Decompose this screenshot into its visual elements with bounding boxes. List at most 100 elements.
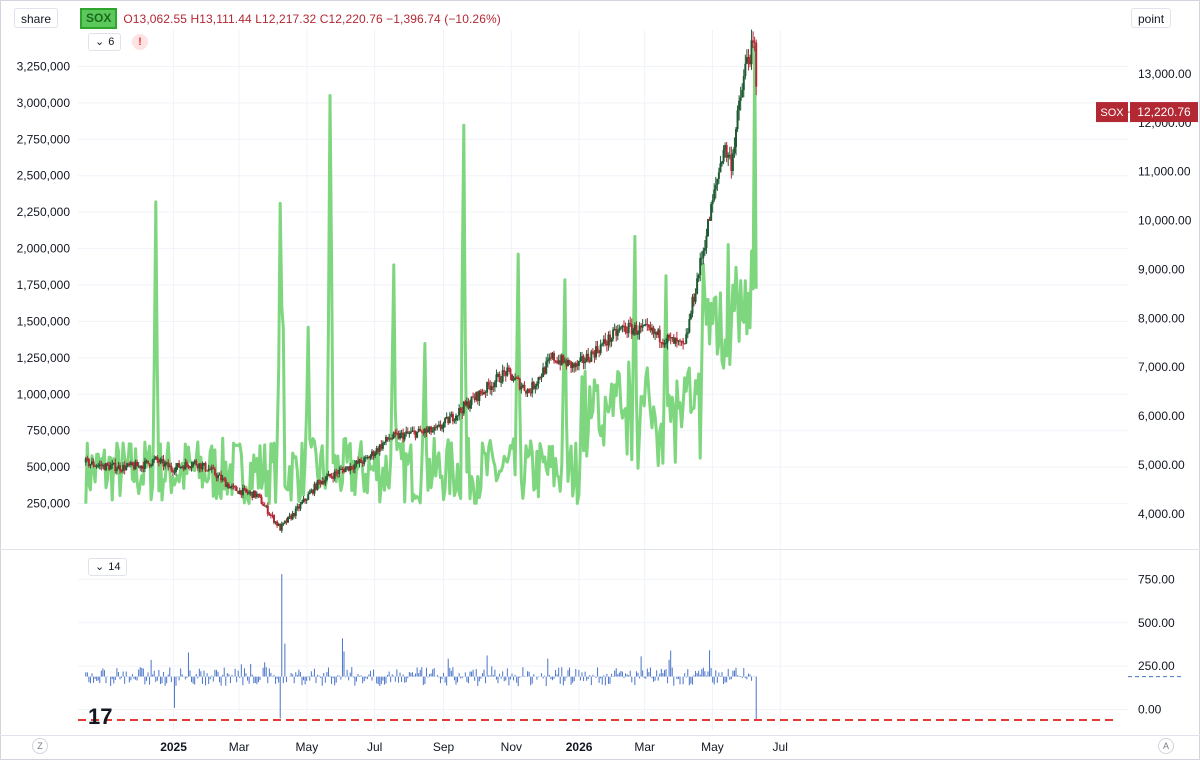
legend-symbol-tag[interactable]: SOX (80, 8, 118, 29)
candle-body (427, 430, 429, 433)
candle-body (245, 488, 247, 492)
grid-lines (78, 30, 1128, 730)
candle-body (399, 433, 401, 439)
candle-body (534, 385, 537, 389)
candle-body (635, 325, 638, 335)
candle-body (627, 323, 630, 334)
candle (710, 201, 713, 221)
candle-body (201, 464, 204, 470)
candle-body (408, 432, 411, 434)
x-tick-label: Jul (773, 740, 788, 754)
left-tick-label: 2,250,000 (17, 205, 71, 219)
candle-body (714, 185, 717, 190)
candle-body (175, 466, 177, 472)
candle-body (507, 367, 510, 370)
right-axis-unit[interactable]: point (1131, 8, 1172, 28)
candle (707, 218, 709, 237)
candle (472, 392, 475, 398)
candle (567, 357, 569, 367)
indicator-collapse-button[interactable]: ⌄ 6 (88, 33, 122, 51)
candle (745, 49, 748, 65)
candle-body (350, 465, 353, 469)
candle-body (742, 76, 745, 91)
candle-body (453, 420, 456, 422)
candle (658, 325, 661, 348)
candle-body (735, 129, 737, 147)
candle (151, 458, 154, 467)
candle (725, 141, 728, 163)
right-tick-label: 13,000.00 (1138, 67, 1192, 81)
candle-body (307, 494, 310, 500)
candle-body (212, 467, 215, 469)
candle (162, 454, 165, 471)
candle-body (579, 357, 582, 362)
lower-tick-label: 500.00 (1138, 616, 1175, 630)
candle-body (512, 379, 515, 381)
candle-body (545, 361, 548, 374)
candle-body (282, 522, 285, 525)
candle-body (444, 418, 447, 424)
candle (523, 381, 526, 392)
candle-body (752, 40, 755, 42)
candle (675, 331, 678, 348)
candle-body (459, 408, 462, 412)
candle-body (716, 178, 719, 186)
candle-body (301, 502, 303, 504)
right-tick-label: 7,000.00 (1138, 360, 1185, 374)
candle-body (324, 479, 327, 484)
x-tick-label: May (296, 740, 319, 754)
candle-body (683, 343, 686, 345)
candle-body (363, 457, 366, 464)
candle-body (736, 110, 739, 130)
candle-body (703, 247, 706, 251)
candle (545, 356, 548, 375)
candle-body (689, 313, 692, 320)
candle-body (618, 328, 621, 331)
candle (399, 430, 401, 441)
candle-body (171, 470, 174, 473)
warning-icon[interactable]: ! (132, 34, 148, 50)
candle-body (442, 423, 445, 428)
lower-tick-label: 750.00 (1138, 572, 1175, 586)
candle-body (604, 339, 607, 344)
candle-body (448, 416, 451, 424)
candle (719, 155, 722, 173)
auto-scale-button[interactable]: A (1158, 738, 1174, 754)
left-axis-unit[interactable]: share (14, 8, 59, 28)
candle-body (719, 163, 722, 173)
candle-body (520, 386, 523, 390)
candle-body (685, 334, 688, 344)
left-tick-label: 3,000,000 (17, 96, 71, 110)
right-tick-label: 5,000.00 (1138, 458, 1185, 472)
candle-body (436, 425, 439, 428)
timezone-button[interactable]: Z (32, 738, 48, 754)
candle (273, 514, 275, 525)
candle (287, 516, 289, 523)
candle-body (665, 342, 667, 344)
candle-body (329, 473, 331, 477)
candle (553, 350, 555, 364)
lower-indicator-collapse-button[interactable]: ⌄ 14 (88, 558, 128, 576)
candle (747, 48, 750, 71)
candle-body (733, 146, 736, 154)
candle (235, 485, 238, 492)
candle-body (637, 333, 639, 335)
candle (750, 29, 753, 70)
candle-body (369, 455, 372, 459)
candle-body (616, 330, 619, 336)
candle-body (509, 369, 512, 375)
candle-body (739, 97, 742, 101)
x-tick-label: Nov (501, 740, 522, 754)
candle-body (750, 40, 753, 65)
candle-body (501, 370, 504, 382)
candle-body (223, 478, 226, 480)
candle-body (755, 42, 758, 87)
chevron-down-icon: ⌄ (95, 36, 105, 48)
candle (679, 338, 681, 347)
left-tick-label: 1,000,000 (17, 387, 71, 401)
x-tick-label: Jul (367, 740, 382, 754)
candle-body (299, 503, 302, 509)
candle-body (170, 465, 173, 471)
candle-body (190, 466, 193, 468)
candle (616, 324, 619, 341)
